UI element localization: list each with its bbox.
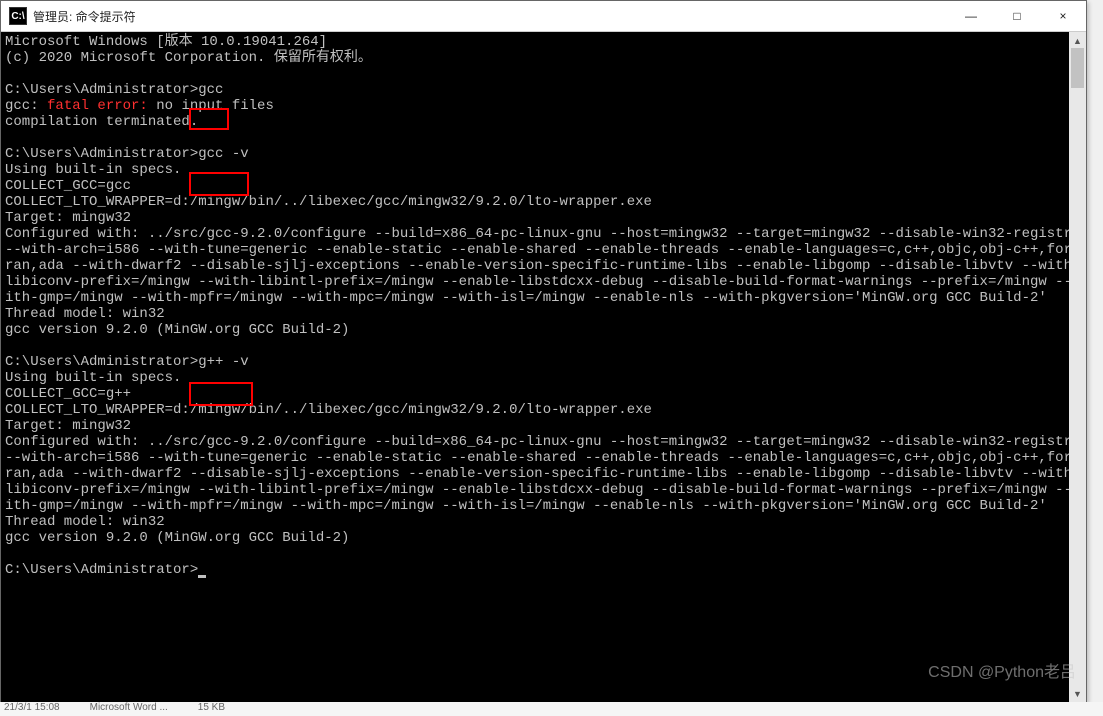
- gpp-target: Target: mingw32: [5, 418, 131, 434]
- gpp-thread: Thread model: win32: [5, 514, 165, 530]
- prompt-2: C:\Users\Administrator>: [5, 146, 198, 162]
- prompt-4: C:\Users\Administrator>: [5, 562, 198, 578]
- gcc-specs: Using built-in specs.: [5, 162, 181, 178]
- gcc-thread: Thread model: win32: [5, 306, 165, 322]
- minimize-button[interactable]: —: [948, 1, 994, 31]
- terminal-area[interactable]: Microsoft Windows [版本 10.0.19041.264] (c…: [1, 32, 1086, 702]
- gpp-configured: Configured with: ../src/gcc-9.2.0/config…: [5, 434, 1086, 514]
- window-controls: — □ ×: [948, 1, 1086, 31]
- close-button[interactable]: ×: [1040, 1, 1086, 31]
- err-line-1: gcc: fatal error: no input files: [5, 98, 274, 114]
- cmd-window: C:\ 管理员: 命令提示符 — □ × Microsoft Windows […: [0, 0, 1087, 702]
- cmd-2: gcc -v: [198, 146, 248, 162]
- fatal-error-text: fatal error:: [47, 98, 148, 114]
- line-blank: [5, 66, 13, 82]
- prompt-1: C:\Users\Administrator>: [5, 82, 198, 98]
- cmd-1: gcc: [198, 82, 223, 98]
- gcc-target: Target: mingw32: [5, 210, 131, 226]
- cmd-icon: C:\: [9, 7, 27, 25]
- cmd-3: g++ -v: [198, 354, 248, 370]
- gcc-version: gcc version 9.2.0 (MinGW.org GCC Build-2…: [5, 322, 349, 338]
- line-version: Microsoft Windows [版本 10.0.19041.264]: [5, 34, 327, 50]
- gcc-collect: COLLECT_GCC=gcc: [5, 178, 131, 194]
- scrollbar-thumb[interactable]: [1071, 48, 1084, 88]
- watermark: CSDN @Python老吕: [928, 658, 1076, 682]
- gcc-configured: Configured with: ../src/gcc-9.2.0/config…: [5, 226, 1086, 306]
- prompt-3: C:\Users\Administrator>: [5, 354, 198, 370]
- scrollbar[interactable]: ▲ ▼: [1069, 32, 1086, 702]
- scroll-up-button[interactable]: ▲: [1069, 32, 1086, 49]
- line-blank: [5, 546, 13, 562]
- gpp-collect: COLLECT_GCC=g++: [5, 386, 131, 402]
- scroll-down-button[interactable]: ▼: [1069, 685, 1086, 702]
- gpp-specs: Using built-in specs.: [5, 370, 181, 386]
- gpp-wrapper: COLLECT_LTO_WRAPPER=d:/mingw/bin/../libe…: [5, 402, 652, 418]
- line-copyright: (c) 2020 Microsoft Corporation. 保留所有权利。: [5, 50, 372, 66]
- line-blank: [5, 338, 13, 354]
- taskbar-time: 21/3/1 15:08: [4, 702, 60, 716]
- gpp-version: gcc version 9.2.0 (MinGW.org GCC Build-2…: [5, 530, 349, 546]
- terminal-output: Microsoft Windows [版本 10.0.19041.264] (c…: [1, 32, 1086, 580]
- titlebar[interactable]: C:\ 管理员: 命令提示符 — □ ×: [1, 1, 1086, 32]
- line-blank: [5, 130, 13, 146]
- desktop-background-strip: 21/3/1 15:08 Microsoft Word ... 15 KB: [0, 702, 1103, 716]
- gcc-wrapper: COLLECT_LTO_WRAPPER=d:/mingw/bin/../libe…: [5, 194, 652, 210]
- err-line-2: compilation terminated.: [5, 114, 198, 130]
- window-title: 管理员: 命令提示符: [33, 8, 948, 25]
- cursor: [198, 575, 206, 578]
- taskbar-size: 15 KB: [198, 702, 225, 716]
- maximize-button[interactable]: □: [994, 1, 1040, 31]
- taskbar-doc: Microsoft Word ...: [90, 702, 168, 716]
